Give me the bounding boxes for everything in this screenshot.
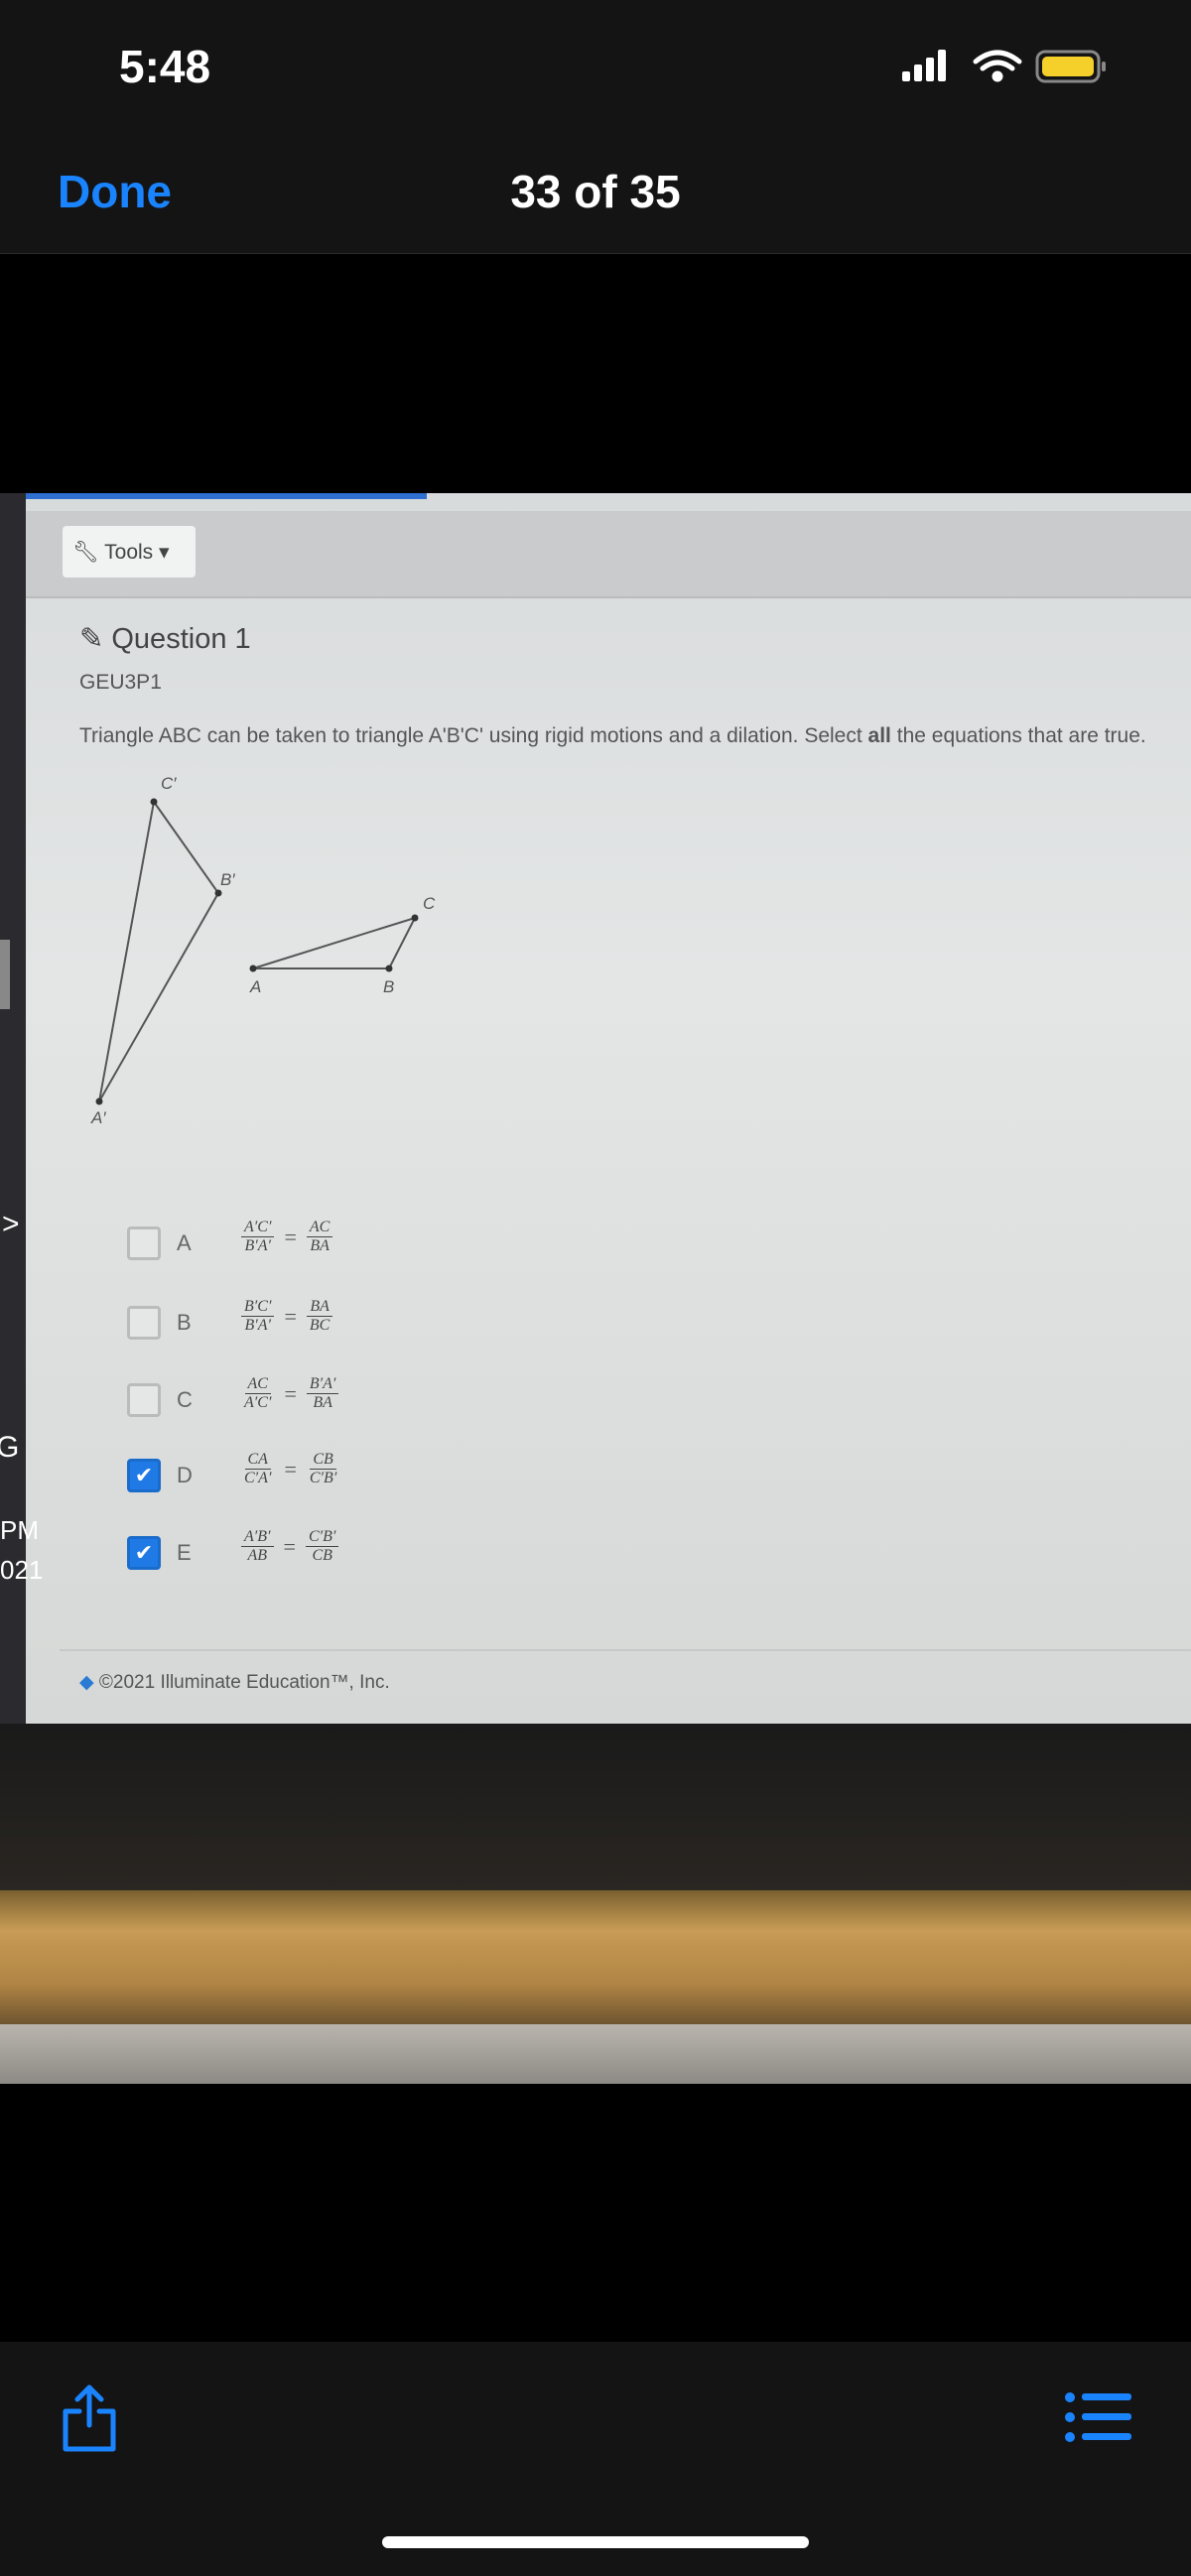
denominator: AB <box>247 1547 268 1564</box>
battery-icon <box>1035 50 1106 83</box>
option-letter: B <box>177 1310 192 1335</box>
denominator: BC <box>309 1317 331 1334</box>
numerator: AC <box>306 1219 333 1237</box>
left-fraction: AC A′C′ <box>241 1375 274 1412</box>
wifi-icon <box>973 50 1022 82</box>
desktop-letter: G <box>0 1431 20 1464</box>
equals-sign: = <box>284 1224 297 1249</box>
label-a-prime: A′ <box>90 1108 106 1127</box>
option-c[interactable]: C AC A′C′ = B′A′ BA <box>127 1375 425 1435</box>
list-icon[interactable] <box>1064 2389 1133 2445</box>
numerator: C′B′ <box>305 1528 339 1547</box>
footer: ◆ ©2021 Illuminate Education™, Inc. <box>79 1671 390 1694</box>
numerator: A′B′ <box>241 1528 274 1547</box>
option-letter: A <box>177 1230 192 1255</box>
prompt-text-end: the equations that are true. <box>890 724 1146 747</box>
label-b: B <box>383 977 394 996</box>
option-checkbox[interactable] <box>127 1226 161 1260</box>
left-fraction: A′B′ AB <box>241 1528 274 1565</box>
denominator: A′C′ <box>244 1394 272 1411</box>
illuminate-logo-icon: ◆ <box>79 1672 94 1693</box>
numerator: BA <box>307 1298 332 1317</box>
home-indicator[interactable] <box>382 2536 809 2548</box>
left-fraction: B′C′ B′A′ <box>241 1298 275 1335</box>
numerator: B′A′ <box>306 1375 339 1394</box>
signal-icon <box>902 50 946 81</box>
label-a: A <box>249 977 261 996</box>
option-checkbox[interactable]: ✔ <box>127 1459 161 1492</box>
right-fraction: B′A′ BA <box>306 1375 339 1412</box>
option-letter: E <box>177 1540 192 1565</box>
right-fraction: CB C′B′ <box>307 1451 339 1487</box>
numerator: AC <box>244 1375 271 1394</box>
share-icon[interactable] <box>60 2382 119 2453</box>
triangle-diagram: C′ B′ A′ A B C <box>90 774 436 1127</box>
equals-sign: = <box>284 1303 297 1329</box>
monitor-stand <box>0 1890 1191 2024</box>
label-c-prime: C′ <box>161 774 177 793</box>
denominator: B′A′ <box>244 1317 271 1334</box>
option-a[interactable]: A A′C′ B′A′ = AC BA <box>127 1219 425 1278</box>
label-c: C <box>423 894 436 913</box>
monitor-bezel <box>0 1724 1191 1892</box>
denominator: BA <box>310 1237 330 1254</box>
label-b-prime: B′ <box>220 870 235 889</box>
desktop-clock-pm: PM <box>0 1515 39 1545</box>
equals-sign: = <box>284 1456 297 1481</box>
option-equation: AC A′C′ = B′A′ BA <box>241 1375 339 1412</box>
desktop-chevron: > <box>2 1208 20 1240</box>
right-fraction: BA BC <box>307 1298 332 1335</box>
denominator: CB <box>312 1547 332 1564</box>
option-equation: CA C′A′ = CB C′B′ <box>241 1451 339 1487</box>
option-equation: A′C′ B′A′ = AC BA <box>241 1219 333 1255</box>
numerator: B′C′ <box>241 1298 275 1317</box>
numerator: CB <box>310 1451 336 1470</box>
keyboard-edge <box>0 2024 1191 2084</box>
option-e[interactable]: ✔ E A′B′ AB = C′B′ CB <box>127 1528 425 1588</box>
numerator: CA <box>244 1451 271 1470</box>
bottom-toolbar <box>0 2342 1191 2576</box>
option-checkbox[interactable]: ✔ <box>127 1536 161 1570</box>
left-fraction: A′C′ B′A′ <box>241 1219 275 1255</box>
option-letter: D <box>177 1463 193 1487</box>
check-icon: ✔ <box>134 1463 154 1487</box>
triangle-a1b1c1 <box>98 799 220 1102</box>
denominator: C′A′ <box>244 1470 272 1486</box>
equals-sign: = <box>283 1533 296 1559</box>
divider <box>60 1649 1191 1651</box>
option-equation: A′B′ AB = C′B′ CB <box>241 1528 339 1565</box>
check-icon: ✔ <box>134 1540 154 1565</box>
footer-text: ©2021 Illuminate Education™, Inc. <box>98 1672 390 1693</box>
option-checkbox[interactable] <box>127 1383 161 1417</box>
option-d[interactable]: ✔ D CA C′A′ = CB C′B′ <box>127 1451 425 1510</box>
denominator: BA <box>313 1394 332 1411</box>
triangle-abc <box>252 916 417 969</box>
option-b[interactable]: B B′C′ B′A′ = BA BC <box>127 1298 425 1357</box>
left-fraction: CA C′A′ <box>241 1451 274 1487</box>
numerator: A′C′ <box>241 1219 275 1237</box>
status-icons <box>902 50 1106 83</box>
right-fraction: C′B′ CB <box>305 1528 339 1565</box>
denominator: C′B′ <box>309 1470 337 1486</box>
equals-sign: = <box>284 1380 297 1406</box>
right-fraction: AC BA <box>306 1219 333 1255</box>
desktop-clock-year: 021 <box>0 1555 44 1585</box>
option-letter: C <box>177 1387 193 1412</box>
option-equation: B′C′ B′A′ = BA BC <box>241 1298 332 1335</box>
denominator: B′A′ <box>244 1237 271 1254</box>
option-checkbox[interactable] <box>127 1306 161 1340</box>
prompt-bold: all <box>867 724 891 747</box>
